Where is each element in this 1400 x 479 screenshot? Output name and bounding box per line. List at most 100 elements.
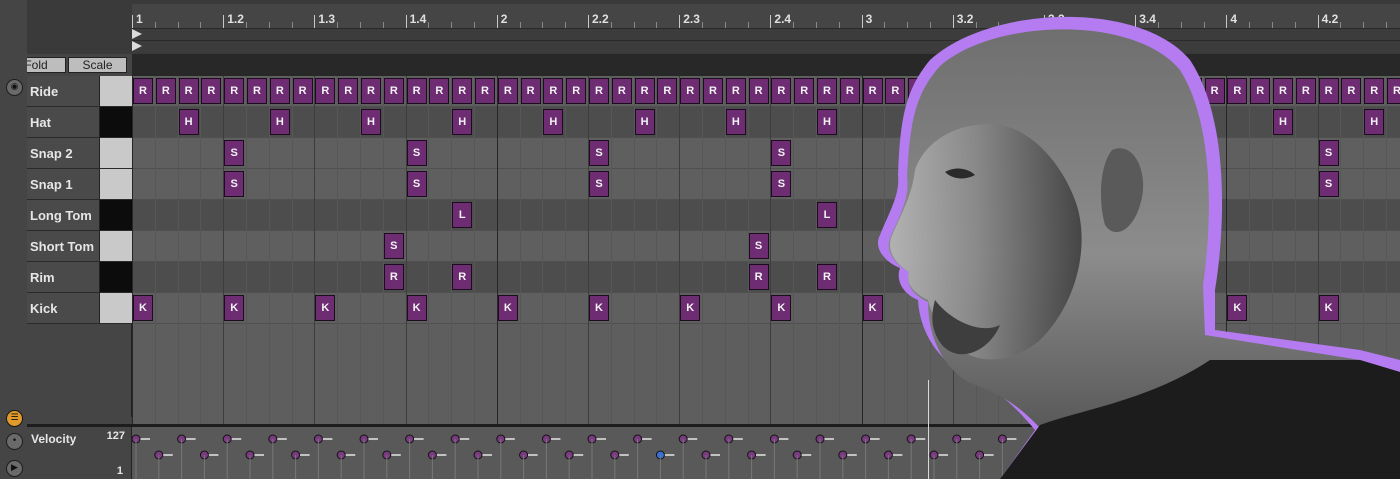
midi-note[interactable]: L: [817, 202, 837, 228]
velocity-marker[interactable]: [245, 450, 264, 479]
midi-note[interactable]: R: [611, 78, 632, 104]
velocity-marker[interactable]: [838, 450, 857, 479]
midi-note[interactable]: K: [953, 295, 974, 321]
velocity-marker[interactable]: [1043, 434, 1062, 479]
velocity-marker[interactable]: [1271, 434, 1290, 479]
midi-note[interactable]: R: [497, 78, 518, 104]
loop-brace-row[interactable]: [132, 28, 1400, 40]
grid-row[interactable]: [132, 169, 1400, 200]
grid-row[interactable]: [132, 138, 1400, 169]
midi-note[interactable]: R: [133, 78, 153, 104]
midi-note[interactable]: R: [1318, 78, 1339, 104]
midi-note[interactable]: R: [999, 78, 1020, 104]
midi-note[interactable]: H: [999, 109, 1020, 135]
lane-header-rim[interactable]: Rim: [27, 262, 132, 293]
midi-note[interactable]: H: [543, 109, 564, 135]
midi-note[interactable]: R: [1181, 78, 1202, 104]
midi-note[interactable]: R: [406, 78, 427, 104]
velocity-marker[interactable]: [610, 450, 629, 479]
midi-note[interactable]: R: [1090, 78, 1111, 104]
midi-note[interactable]: L: [452, 202, 473, 228]
velocity-marker[interactable]: [701, 450, 720, 479]
midi-note[interactable]: R: [269, 78, 290, 104]
midi-note[interactable]: K: [1045, 295, 1065, 321]
midi-note[interactable]: K: [224, 295, 245, 321]
midi-note[interactable]: R: [1227, 78, 1248, 104]
midi-note[interactable]: R: [338, 78, 359, 104]
velocity-marker[interactable]: [678, 434, 698, 479]
piano-key[interactable]: [99, 138, 132, 168]
start-end-marker-row[interactable]: [132, 40, 1400, 52]
velocity-marker[interactable]: [541, 434, 561, 479]
midi-note[interactable]: H: [361, 109, 381, 135]
piano-key[interactable]: [99, 231, 132, 261]
midi-note[interactable]: R: [566, 78, 587, 104]
velocity-marker[interactable]: [1385, 450, 1400, 479]
grid-row[interactable]: [132, 107, 1400, 138]
piano-key[interactable]: [99, 107, 132, 137]
velocity-marker[interactable]: [587, 434, 606, 479]
midi-note[interactable]: K: [1227, 295, 1248, 321]
midi-note[interactable]: R: [634, 78, 655, 104]
velocity-marker[interactable]: [883, 450, 903, 479]
velocity-marker[interactable]: [199, 450, 219, 479]
piano-key[interactable]: [99, 262, 132, 292]
midi-note[interactable]: K: [1318, 295, 1339, 321]
velocity-lane[interactable]: [132, 427, 1400, 479]
midi-note[interactable]: H: [1090, 109, 1111, 135]
midi-note[interactable]: R: [1341, 78, 1362, 104]
midi-note[interactable]: R: [589, 78, 609, 104]
velocity-marker[interactable]: [496, 434, 515, 479]
midi-note[interactable]: R: [771, 78, 792, 104]
velocity-marker[interactable]: [724, 434, 743, 479]
midi-note[interactable]: R: [885, 78, 906, 104]
velocity-marker[interactable]: [1111, 450, 1131, 479]
velocity-marker[interactable]: [291, 450, 310, 479]
envelope-icon[interactable]: •: [6, 433, 23, 450]
velocity-markers[interactable]: [132, 427, 1400, 479]
midi-note[interactable]: K: [1136, 295, 1157, 321]
midi-note[interactable]: R: [452, 264, 473, 290]
midi-note[interactable]: R: [1136, 78, 1157, 104]
piano-key[interactable]: [99, 200, 132, 230]
midi-note[interactable]: R: [680, 78, 701, 104]
velocity-marker[interactable]: [405, 434, 424, 479]
velocity-marker[interactable]: [1248, 450, 1268, 479]
midi-note[interactable]: K: [589, 295, 609, 321]
velocity-marker[interactable]: [222, 434, 242, 479]
midi-note[interactable]: H: [452, 109, 473, 135]
midi-note[interactable]: R: [1295, 78, 1316, 104]
midi-note[interactable]: S: [1136, 171, 1157, 197]
midi-note[interactable]: R: [520, 78, 541, 104]
midi-note[interactable]: R: [1364, 78, 1385, 104]
velocity-marker[interactable]: [382, 450, 401, 479]
midi-note[interactable]: R: [748, 78, 769, 104]
velocity-marker[interactable]: [861, 434, 880, 479]
midi-note[interactable]: S: [383, 233, 404, 259]
midi-note[interactable]: R: [383, 264, 404, 290]
midi-note[interactable]: S: [1113, 233, 1134, 259]
midi-note[interactable]: S: [589, 140, 609, 166]
midi-note[interactable]: R: [976, 78, 997, 104]
midi-note[interactable]: K: [771, 295, 792, 321]
play-icon[interactable]: ▶: [6, 460, 23, 477]
midi-note[interactable]: H: [269, 109, 290, 135]
midi-note[interactable]: R: [429, 78, 450, 104]
velocity-marker[interactable]: [177, 434, 196, 479]
velocity-marker[interactable]: [952, 434, 971, 479]
velocity-marker[interactable]: [1203, 450, 1222, 479]
midi-note[interactable]: R: [247, 78, 267, 104]
lane-header-short-tom[interactable]: Short Tom: [27, 231, 132, 262]
midi-note[interactable]: H: [634, 109, 655, 135]
midi-note[interactable]: S: [406, 140, 427, 166]
velocity-marker[interactable]: [450, 434, 470, 479]
headphones-icon[interactable]: ◉: [6, 79, 23, 96]
midi-note[interactable]: K: [497, 295, 518, 321]
midi-note[interactable]: R: [794, 78, 815, 104]
lane-header-long-tom[interactable]: Long Tom: [27, 200, 132, 231]
velocity-marker[interactable]: [1362, 434, 1382, 479]
midi-note[interactable]: K: [680, 295, 701, 321]
midi-note[interactable]: K: [862, 295, 883, 321]
midi-note[interactable]: R: [1159, 78, 1179, 104]
midi-note[interactable]: H: [1364, 109, 1385, 135]
